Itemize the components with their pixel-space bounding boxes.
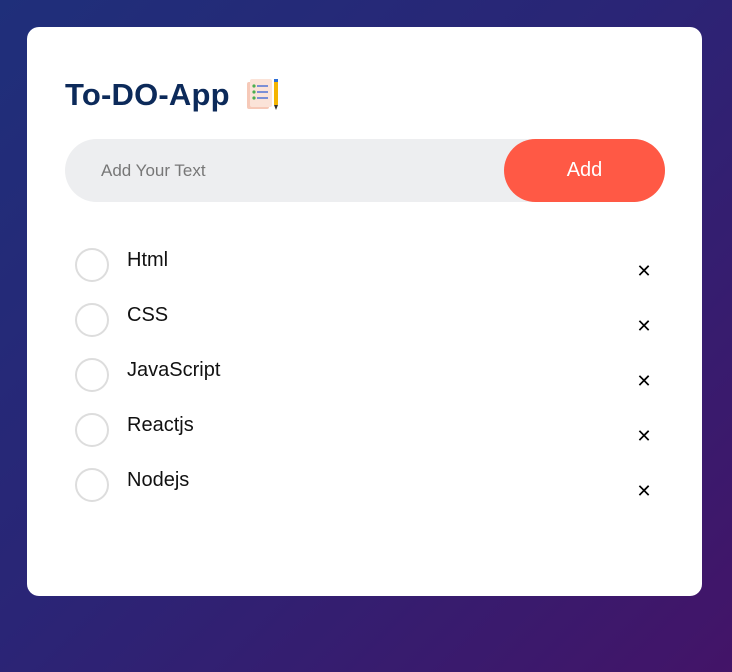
check-circle[interactable] xyxy=(75,248,109,282)
list-item[interactable]: JavaScript ✕ xyxy=(75,356,655,411)
page-title: To-DO-App xyxy=(65,77,230,112)
input-row: Add xyxy=(65,139,665,202)
task-input[interactable] xyxy=(101,139,491,202)
check-circle[interactable] xyxy=(75,303,109,337)
list-item[interactable]: Html ✕ xyxy=(75,246,655,301)
title-row: To-DO-App xyxy=(65,77,280,113)
check-circle[interactable] xyxy=(75,413,109,447)
close-icon[interactable]: ✕ xyxy=(633,481,655,503)
task-label: JavaScript xyxy=(127,359,221,381)
close-icon[interactable]: ✕ xyxy=(633,426,655,448)
todo-card: To-DO-App Add Html ✕ CSS ✕ xyxy=(27,27,702,596)
close-icon[interactable]: ✕ xyxy=(633,371,655,393)
close-icon[interactable]: ✕ xyxy=(633,261,655,283)
add-button[interactable]: Add xyxy=(504,139,665,202)
task-label: Reactjs xyxy=(127,414,194,436)
task-label: Nodejs xyxy=(127,469,190,491)
list-item[interactable]: Nodejs ✕ xyxy=(75,466,655,521)
checklist-icon xyxy=(246,79,278,110)
list-item[interactable]: Reactjs ✕ xyxy=(75,411,655,466)
task-label: Html xyxy=(127,249,169,271)
list-item[interactable]: CSS ✕ xyxy=(75,301,655,356)
check-circle[interactable] xyxy=(75,358,109,392)
task-list: Html ✕ CSS ✕ JavaScript ✕ Reactjs ✕ Node… xyxy=(75,246,655,521)
check-circle[interactable] xyxy=(75,468,109,502)
task-label: CSS xyxy=(127,304,169,326)
close-icon[interactable]: ✕ xyxy=(633,316,655,338)
